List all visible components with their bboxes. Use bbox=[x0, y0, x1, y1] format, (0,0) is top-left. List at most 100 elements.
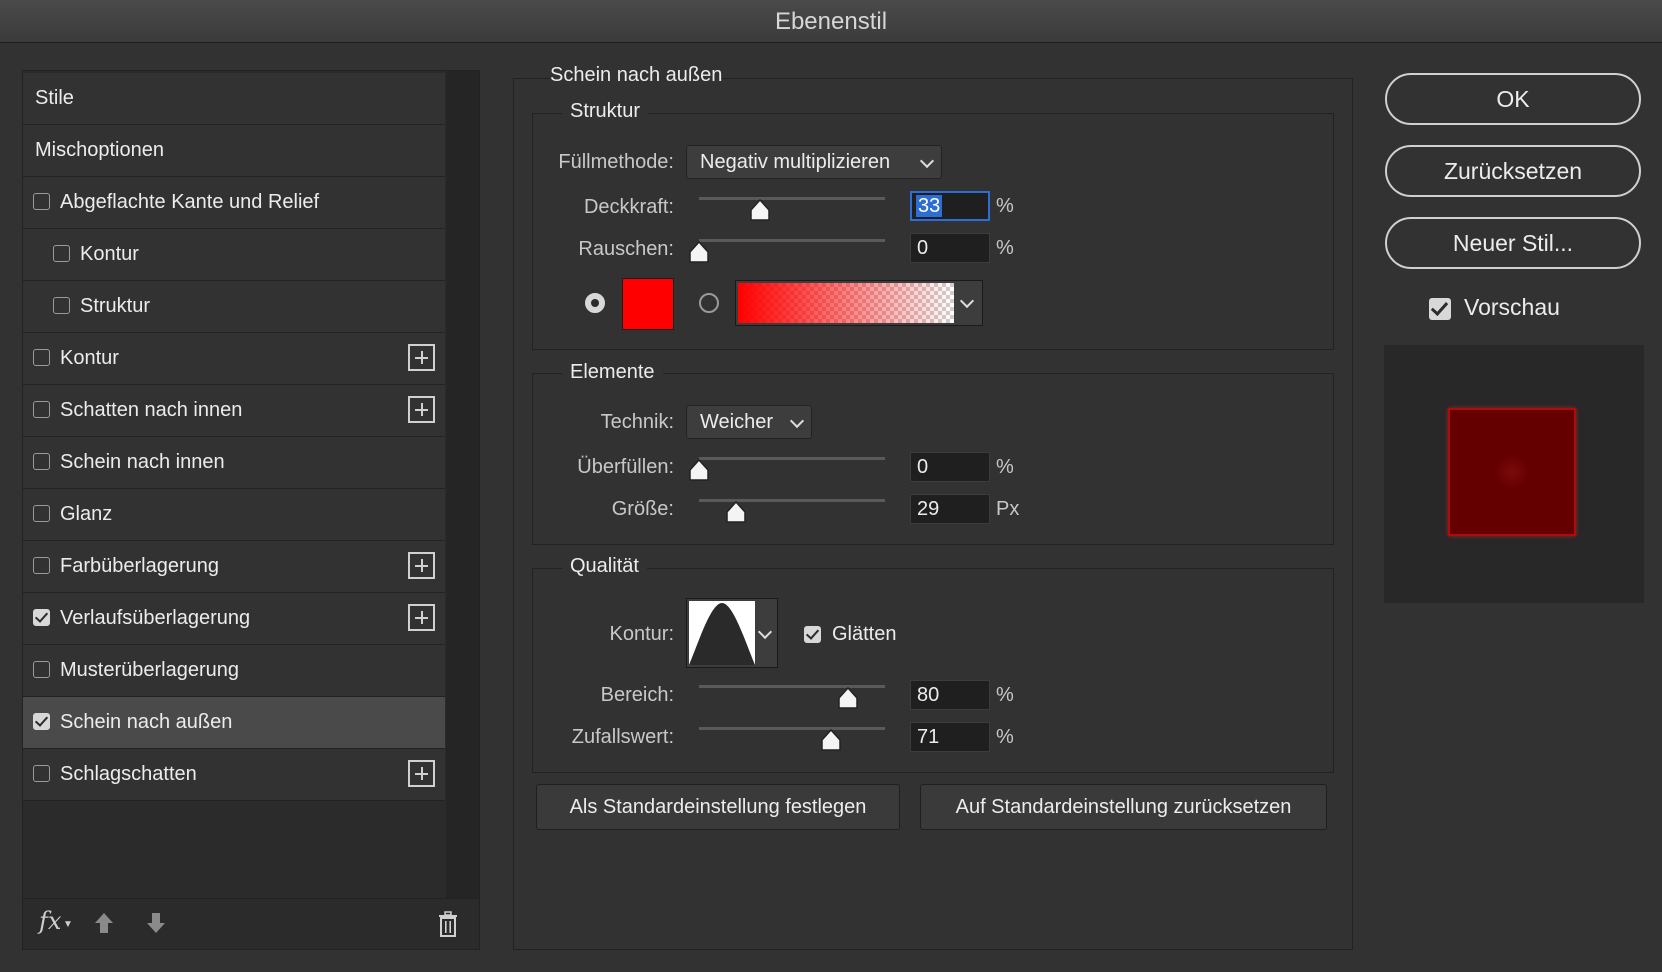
styles-panel: Stile Mischoptionen Abgeflachte Kante un… bbox=[22, 70, 480, 950]
spread-value: 0 bbox=[917, 456, 929, 478]
style-checkbox[interactable] bbox=[33, 661, 50, 678]
opacity-slider-thumb[interactable] bbox=[750, 199, 771, 221]
style-item[interactable]: Kontur bbox=[23, 333, 445, 385]
new-style-button[interactable]: Neuer Stil... bbox=[1385, 217, 1641, 269]
ok-button[interactable]: OK bbox=[1385, 73, 1641, 125]
size-label: Größe: bbox=[611, 498, 674, 520]
add-style-icon[interactable] bbox=[408, 760, 435, 787]
styles-list: Stile Mischoptionen Abgeflachte Kante un… bbox=[23, 73, 445, 801]
preview-checkbox[interactable] bbox=[1429, 298, 1451, 320]
blending-options-item[interactable]: Mischoptionen bbox=[23, 125, 445, 177]
range-input[interactable]: 80 bbox=[910, 680, 990, 710]
style-checkbox[interactable] bbox=[33, 349, 50, 366]
style-item-label: Schein nach außen bbox=[60, 711, 233, 733]
size-input[interactable]: 29 bbox=[910, 494, 990, 524]
antialias-label: Glätten bbox=[832, 623, 897, 645]
style-item[interactable]: Abgeflachte Kante und Relief bbox=[23, 177, 445, 229]
style-item[interactable]: Schatten nach innen bbox=[23, 385, 445, 437]
style-item[interactable]: Schein nach außen bbox=[23, 697, 445, 749]
preview-label: Vorschau bbox=[1464, 294, 1560, 320]
opacity-slider-track[interactable] bbox=[699, 197, 885, 200]
preview-thumbnail bbox=[1448, 408, 1576, 536]
preview-area bbox=[1384, 345, 1644, 603]
blend-mode-select[interactable]: Negativ multiplizieren bbox=[686, 145, 942, 179]
opacity-value: 33 bbox=[916, 195, 943, 217]
style-checkbox[interactable] bbox=[53, 297, 70, 314]
spread-slider-thumb[interactable] bbox=[689, 459, 709, 481]
add-style-icon[interactable] bbox=[408, 344, 435, 371]
trash-icon[interactable] bbox=[437, 911, 459, 937]
add-style-icon[interactable] bbox=[408, 604, 435, 631]
fx-menu-icon[interactable]: fx bbox=[39, 907, 61, 935]
chevron-down-icon bbox=[789, 413, 805, 429]
contour-picker[interactable] bbox=[686, 598, 778, 668]
style-item[interactable]: Verlaufsüberlagerung bbox=[23, 593, 445, 645]
gradient-radio[interactable] bbox=[699, 293, 719, 313]
style-item-label: Struktur bbox=[80, 295, 151, 317]
jitter-input[interactable]: 71 bbox=[910, 722, 990, 752]
noise-label: Rauschen: bbox=[578, 238, 674, 260]
spread-input[interactable]: 0 bbox=[910, 452, 990, 482]
style-checkbox[interactable] bbox=[33, 505, 50, 522]
range-value: 80 bbox=[917, 684, 940, 706]
add-style-icon[interactable] bbox=[408, 552, 435, 579]
style-item-label: Abgeflachte Kante und Relief bbox=[60, 191, 320, 213]
jitter-slider-track[interactable] bbox=[699, 727, 885, 730]
add-style-icon[interactable] bbox=[408, 396, 435, 423]
glow-color-swatch[interactable] bbox=[622, 278, 674, 330]
noise-slider-track[interactable] bbox=[699, 239, 885, 242]
range-slider-thumb[interactable] bbox=[838, 687, 858, 709]
antialias-checkbox[interactable] bbox=[804, 626, 821, 643]
spread-unit: % bbox=[996, 456, 1014, 478]
styles-scrollbar[interactable] bbox=[446, 71, 479, 899]
size-slider-thumb[interactable] bbox=[726, 501, 746, 523]
style-checkbox[interactable] bbox=[33, 557, 50, 574]
contour-label: Kontur: bbox=[609, 623, 674, 645]
style-item[interactable]: Farbüberlagerung bbox=[23, 541, 445, 593]
chevron-down-icon bbox=[959, 293, 975, 309]
styles-header-label: Stile bbox=[35, 87, 74, 109]
jitter-unit: % bbox=[996, 726, 1014, 748]
structure-title: Struktur bbox=[562, 100, 649, 123]
spread-label: Überfüllen: bbox=[577, 456, 674, 478]
make-default-button[interactable]: Als Standardeinstellung festlegen bbox=[536, 784, 900, 830]
solid-color-radio[interactable] bbox=[585, 293, 605, 313]
style-checkbox[interactable] bbox=[33, 401, 50, 418]
style-item-label: Schein nach innen bbox=[60, 451, 225, 473]
reset-default-button[interactable]: Auf Standardeinstellung zurücksetzen bbox=[920, 784, 1327, 830]
style-item-label: Glanz bbox=[60, 503, 113, 525]
technique-select[interactable]: Weicher bbox=[686, 405, 812, 439]
gradient-picker[interactable] bbox=[735, 280, 983, 326]
style-checkbox[interactable] bbox=[33, 453, 50, 470]
style-item[interactable]: Glanz bbox=[23, 489, 445, 541]
blend-mode-label: Füllmethode: bbox=[558, 151, 674, 173]
move-down-icon[interactable] bbox=[145, 911, 167, 935]
style-checkbox[interactable] bbox=[33, 765, 50, 782]
chevron-down-icon bbox=[919, 153, 935, 169]
jitter-slider-thumb[interactable] bbox=[821, 729, 841, 751]
style-item[interactable]: Musterüberlagerung bbox=[23, 645, 445, 697]
move-up-icon[interactable] bbox=[93, 911, 115, 935]
noise-slider-thumb[interactable] bbox=[689, 241, 709, 263]
style-item[interactable]: Schein nach innen bbox=[23, 437, 445, 489]
noise-unit: % bbox=[996, 237, 1014, 259]
style-checkbox[interactable] bbox=[53, 245, 70, 262]
style-item-label: Kontur bbox=[80, 243, 139, 265]
jitter-label: Zufallswert: bbox=[571, 726, 674, 748]
opacity-input[interactable]: 33 bbox=[910, 191, 990, 221]
outer-glow-title: Schein nach außen bbox=[550, 64, 723, 87]
style-item[interactable]: Schlagschatten bbox=[23, 749, 445, 801]
spread-slider-track[interactable] bbox=[699, 457, 885, 460]
noise-input[interactable]: 0 bbox=[910, 233, 990, 263]
style-item[interactable]: Struktur bbox=[23, 281, 445, 333]
style-item-label: Verlaufsüberlagerung bbox=[60, 607, 251, 629]
styles-footer: fx ▼ bbox=[23, 898, 479, 949]
style-checkbox[interactable] bbox=[33, 713, 50, 730]
style-checkbox[interactable] bbox=[33, 193, 50, 210]
styles-header-item[interactable]: Stile bbox=[23, 73, 445, 125]
style-item-label: Farbüberlagerung bbox=[60, 555, 219, 577]
reset-button[interactable]: Zurücksetzen bbox=[1385, 145, 1641, 197]
window-title: Ebenenstil bbox=[0, 0, 1662, 43]
style-checkbox[interactable] bbox=[33, 609, 50, 626]
style-item[interactable]: Kontur bbox=[23, 229, 445, 281]
